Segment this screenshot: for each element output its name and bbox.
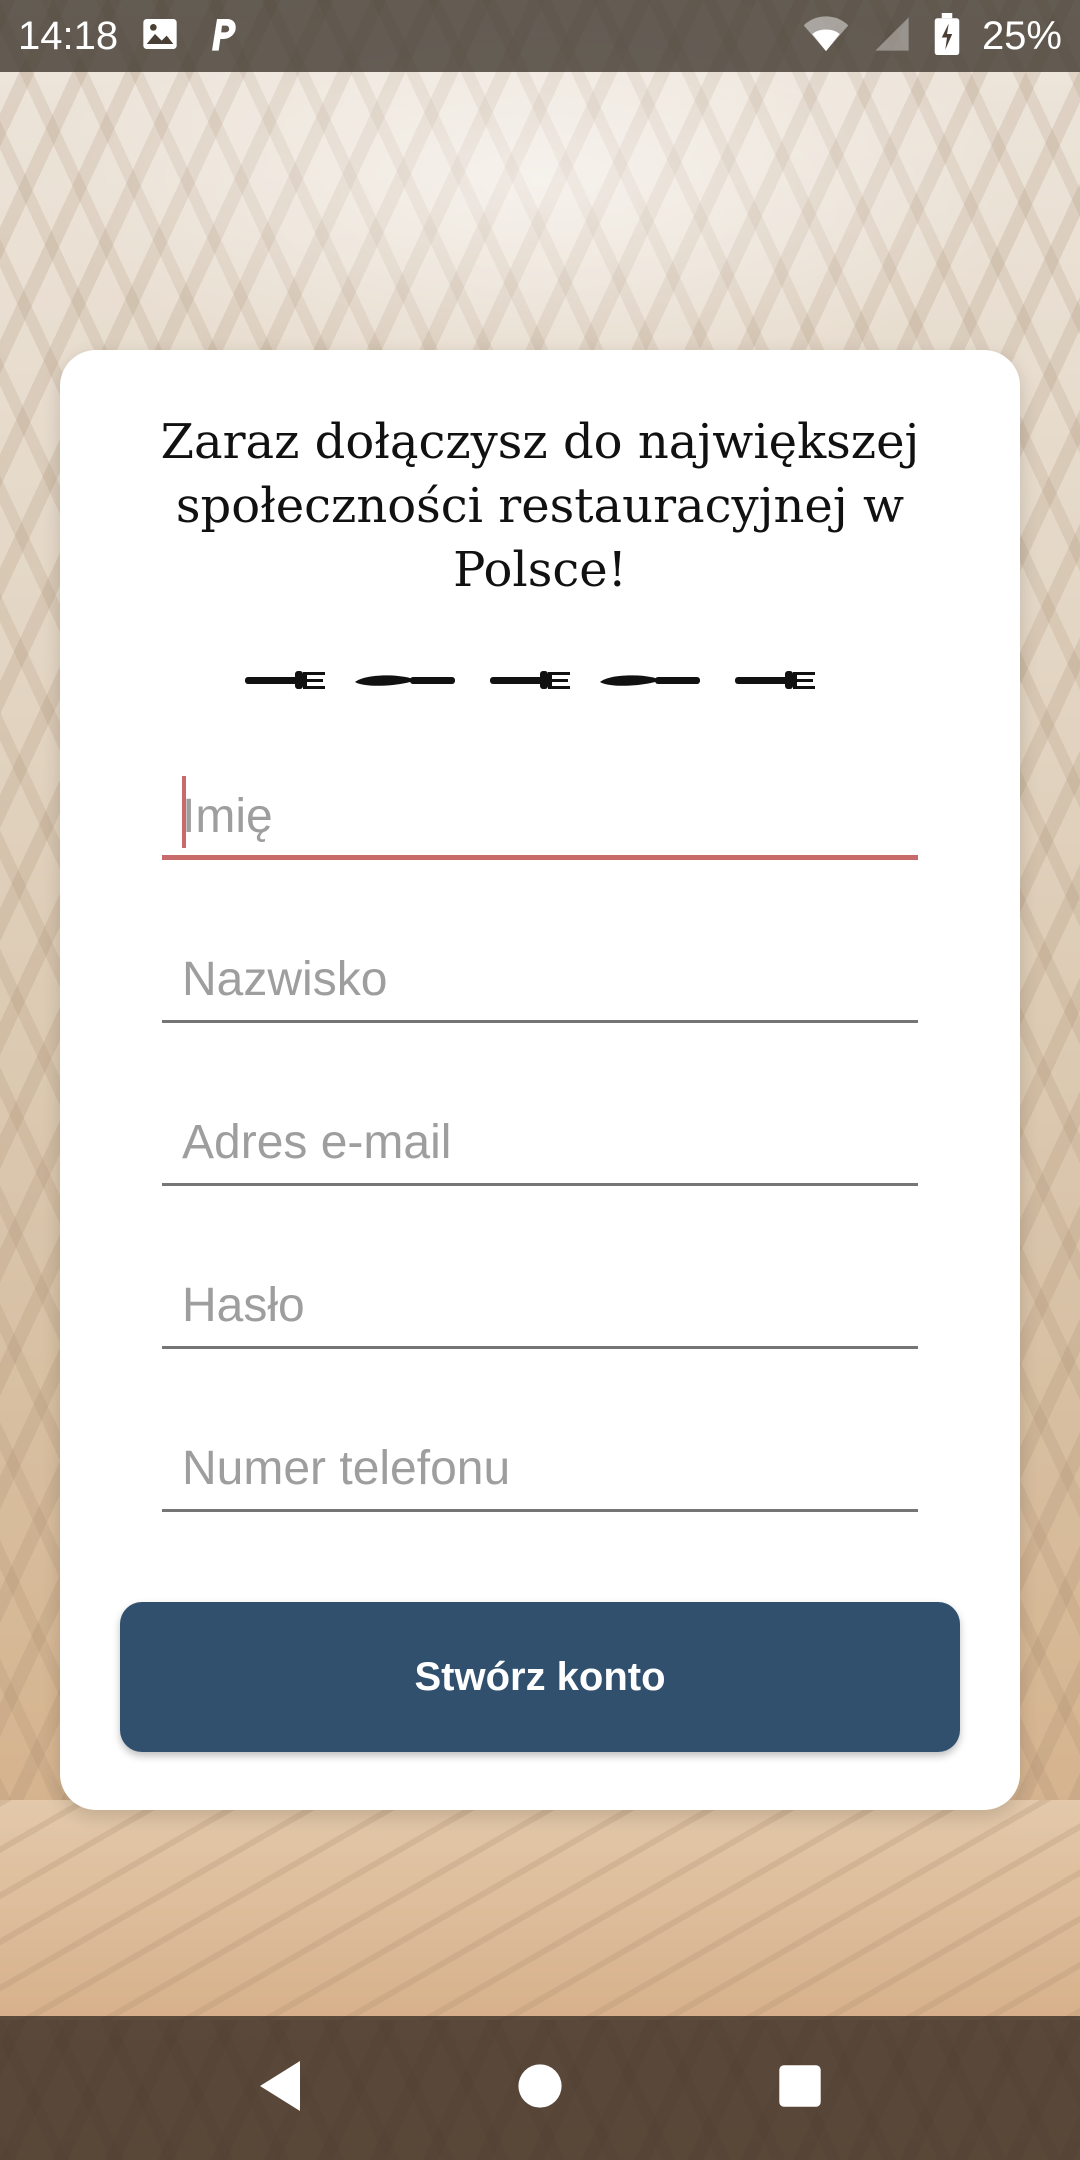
image-icon bbox=[140, 14, 180, 58]
status-right: 25% bbox=[802, 13, 1062, 59]
email-underline bbox=[162, 1183, 918, 1186]
first-name-underline bbox=[162, 855, 918, 860]
navigation-bar bbox=[0, 2016, 1080, 2160]
first-name-input[interactable] bbox=[162, 776, 918, 856]
signup-card: Zaraz dołączysz do największej społeczno… bbox=[60, 350, 1020, 1810]
status-left: 14:18 bbox=[18, 14, 242, 59]
cutlery-divider-icon bbox=[245, 671, 815, 689]
email-field[interactable] bbox=[162, 1096, 918, 1186]
last-name-input[interactable] bbox=[162, 939, 918, 1019]
create-account-button[interactable]: Stwórz konto bbox=[120, 1602, 960, 1752]
recents-icon[interactable] bbox=[770, 2056, 830, 2116]
password-underline bbox=[162, 1346, 918, 1349]
status-time: 14:18 bbox=[18, 13, 119, 58]
battery-charging-icon bbox=[934, 13, 960, 59]
parking-icon bbox=[202, 14, 242, 58]
phone-input[interactable] bbox=[162, 1428, 918, 1508]
card-title: Zaraz dołączysz do największej społeczno… bbox=[160, 414, 920, 598]
back-icon[interactable] bbox=[250, 2056, 310, 2116]
text-cursor bbox=[182, 776, 186, 848]
last-name-field[interactable] bbox=[162, 933, 918, 1023]
home-icon[interactable] bbox=[510, 2056, 570, 2116]
battery-percentage: 25% bbox=[981, 13, 1062, 58]
email-input[interactable] bbox=[162, 1102, 918, 1182]
phone-field[interactable] bbox=[162, 1422, 918, 1512]
signal-icon bbox=[872, 14, 912, 58]
status-bar: 14:18 25% bbox=[0, 0, 1080, 72]
screen: 14:18 25% Zaraz dołączysz do największej… bbox=[0, 0, 1080, 2160]
phone-underline bbox=[162, 1509, 918, 1512]
first-name-field[interactable] bbox=[162, 770, 918, 860]
last-name-underline bbox=[162, 1020, 918, 1023]
wifi-icon bbox=[802, 14, 850, 58]
password-input[interactable] bbox=[162, 1265, 918, 1345]
password-field[interactable] bbox=[162, 1259, 918, 1349]
